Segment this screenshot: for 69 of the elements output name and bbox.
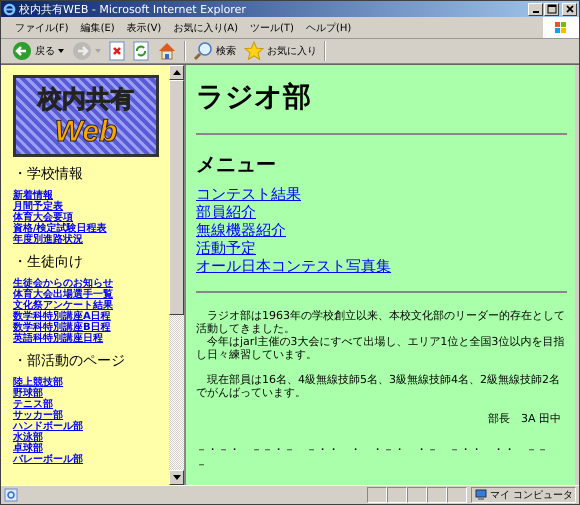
menu-item[interactable]: ヘルプ(H) [300,20,358,34]
up-arrow-icon [172,70,180,75]
status-pane [447,487,467,503]
stop-icon [109,41,125,61]
page-title: ラジオ部 [196,79,312,115]
sidebar-link[interactable]: テニス部 [13,399,53,410]
close-icon [564,4,574,14]
sidebar-link[interactable]: バレーボール部 [13,454,83,465]
signature-text: 部長 3A 田中 [486,411,561,426]
sidebar-link[interactable]: 陸上競技部 [13,377,63,388]
menu-item[interactable]: 編集(E) [74,20,121,34]
menu-link[interactable]: 部員紹介 [196,203,256,221]
search-icon [193,41,213,61]
back-button[interactable]: 戻る [9,40,67,62]
menu-item[interactable]: お気に入り(A) [167,20,244,34]
sidebar-link[interactable]: 英語科特別講座日程 [13,333,103,344]
menu-item[interactable]: ツール(T) [244,20,300,34]
page-icon [4,488,18,502]
menu-heading: メニュー [196,151,277,177]
star-icon [244,41,264,61]
sidebar-link[interactable]: サッカー部 [13,410,63,421]
search-button[interactable]: 検索 [190,40,239,62]
favorites-button[interactable]: お気に入り [241,40,320,62]
menu-link[interactable]: コンテスト結果 [196,185,301,203]
status-pane [367,487,387,503]
minimize-button[interactable] [528,2,543,16]
status-pane [407,487,427,503]
browser-logo-icon [3,2,16,16]
zone-label: マイ コンピュータ [490,489,574,502]
minimize-icon [532,11,538,13]
sidebar-link[interactable]: 水泳部 [13,432,43,443]
home-icon [157,41,177,61]
morse-code-text: － [196,457,208,472]
status-pane [427,487,447,503]
sidebar-link[interactable]: 文化祭アンケート結果 [13,300,113,311]
menu-link[interactable]: 無線機器紹介 [196,221,286,239]
sidebar-link[interactable]: 数学科特別講座A日程 [13,311,111,322]
paragraph-text: 現在部員は16名、4級無線技師5名、3級無線技師4名、2級無線技師2名でがんばっています。 [196,373,561,399]
site-logo: 校内共有 Web [13,75,159,157]
sidebar-link[interactable]: 資格/検定試験日程表 [13,223,107,234]
menu-item[interactable]: 表示(V) [120,20,168,34]
refresh-icon [133,41,149,61]
paragraph-text: ラジオ部は1963年の学校創立以来、本校文化部のリーダー的存在として活動してきました。 [196,309,566,335]
section-heading: ・生徒向け [13,254,84,270]
sidebar-link[interactable]: 生徒会からのお知らせ [13,278,113,289]
sidebar-link[interactable]: 新着情報 [13,190,53,201]
sidebar-link[interactable]: 年度別進路状況 [13,234,83,245]
sidebar-link[interactable]: 数学科特別講座B日程 [13,322,111,333]
status-pane [387,487,407,503]
section-heading: ・学校情報 [13,166,84,182]
sidebar-link[interactable]: 体育大会要項 [13,212,73,223]
down-arrow-icon [172,475,180,480]
section-heading: ・部活動のページ [13,353,126,369]
sidebar-link[interactable]: 月間予定表 [13,201,63,212]
maximize-icon [546,4,556,14]
menu-link[interactable]: オール日本コンテスト写真集 [196,257,391,275]
maximize-button[interactable] [544,2,559,16]
window-title: 校内共有WEB - Microsoft Internet Explorer [19,2,247,16]
paragraph-text: 今年はjarl主催の3大会にすべて出場し、エリア1位と全国3位以内を目指し日々練習しています。 [196,335,566,361]
windows-logo-icon [543,17,579,38]
scrollbar[interactable] [169,65,184,485]
menu-item[interactable]: ファイル(F) [9,20,75,34]
sidebar-link[interactable]: ハンドボール部 [13,421,83,432]
menu-link[interactable]: 活動予定 [196,239,256,257]
close-button[interactable] [562,2,577,16]
sidebar-link[interactable]: 卓球部 [13,443,43,454]
sidebar-link[interactable]: 体育大会出場選手一覧 [13,289,113,300]
sidebar-link[interactable]: 野球部 [13,388,43,399]
morse-code-text: －・－・ －－・－ －・・ ・ ・－・ ・－ －・・ ・・ －－ [196,442,549,457]
